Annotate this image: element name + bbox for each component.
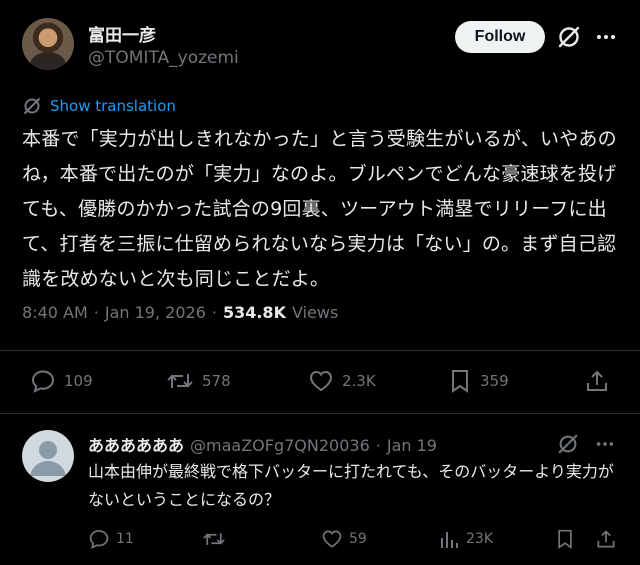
reply-like-count: 59 (349, 531, 367, 547)
repost-button[interactable]: 578 (166, 368, 231, 394)
views-chart-icon (441, 532, 458, 548)
reply-header: ああああああ @maaZOFg7QN20036 · Jan 19 (88, 432, 437, 456)
author-avatar[interactable] (22, 18, 74, 70)
reply-avatar[interactable] (22, 430, 74, 482)
meta-separator: · (211, 303, 217, 322)
tweet-text: 本番で「実力が出しきれなかった」と言う受験生がいるが、いやあのね，本番で出たのが… (22, 128, 617, 290)
views-count: 534.8K (222, 303, 286, 322)
tweet-actions: 109 578 2.3K 359 (30, 368, 620, 396)
reply-icon (89, 530, 109, 550)
heart-icon (322, 530, 342, 548)
translate-icon (24, 98, 40, 114)
bookmark-count: 359 (480, 372, 509, 390)
heart-icon (309, 370, 333, 392)
author-name[interactable]: 富田一彦 (88, 21, 156, 46)
reply-count: 109 (64, 372, 93, 390)
reply-actions: 11 59 23K (88, 528, 628, 554)
reply-views-count: 23K (466, 531, 493, 547)
show-translation-label[interactable]: Show translation (50, 97, 176, 115)
repost-icon (203, 533, 225, 545)
reply-date[interactable]: Jan 19 (387, 436, 437, 455)
more-options-icon[interactable] (595, 434, 615, 454)
tweet-time[interactable]: 8:40 AM (22, 303, 88, 322)
bookmark-icon (452, 370, 468, 393)
like-count: 2.3K (342, 372, 376, 390)
reply-text: 山本由伸が最終戦で格下バッターに打たれても、そのバッターより実力がないということ… (88, 462, 614, 509)
reply-like-button[interactable]: 59 (321, 528, 367, 550)
reply-separator: · (375, 436, 381, 455)
reply-button[interactable]: 109 (30, 368, 93, 394)
repost-count: 578 (202, 372, 231, 390)
author-handle[interactable]: @TOMITA_yozemi (88, 48, 239, 68)
reply-reply-button[interactable]: 11 (88, 528, 134, 550)
reply-views-button[interactable]: 23K (438, 528, 493, 550)
meta-separator: · (93, 303, 99, 322)
reply-author-name[interactable]: ああああああ (88, 432, 184, 456)
share-icon (597, 530, 615, 548)
divider (0, 413, 640, 414)
grok-icon[interactable] (556, 432, 580, 456)
reply-reply-count: 11 (116, 531, 134, 547)
default-avatar-icon (30, 441, 66, 476)
reply-author-handle[interactable]: @maaZOFg7QN20036 (190, 436, 370, 455)
divider (0, 350, 640, 351)
share-button[interactable] (584, 368, 610, 394)
grok-icon[interactable] (556, 24, 582, 50)
show-translation-link[interactable]: Show translation (22, 96, 176, 116)
bookmark-icon (558, 529, 572, 549)
share-icon (587, 370, 607, 391)
reply-icon (31, 370, 55, 393)
follow-button[interactable]: Follow (455, 21, 545, 53)
more-options-icon[interactable] (595, 26, 617, 48)
reply-repost-button[interactable] (202, 528, 232, 550)
reply-share-button[interactable] (595, 528, 617, 550)
views-label: Views (291, 303, 339, 322)
like-button[interactable]: 2.3K (308, 368, 376, 394)
tweet-meta: 8:40 AM · Jan 19, 2026 · 534.8K Views (22, 303, 338, 322)
tweet-date[interactable]: Jan 19, 2026 (105, 303, 206, 322)
reply-bookmark-button[interactable] (555, 528, 575, 550)
repost-icon (167, 374, 193, 388)
bookmark-button[interactable]: 359 (448, 368, 509, 394)
